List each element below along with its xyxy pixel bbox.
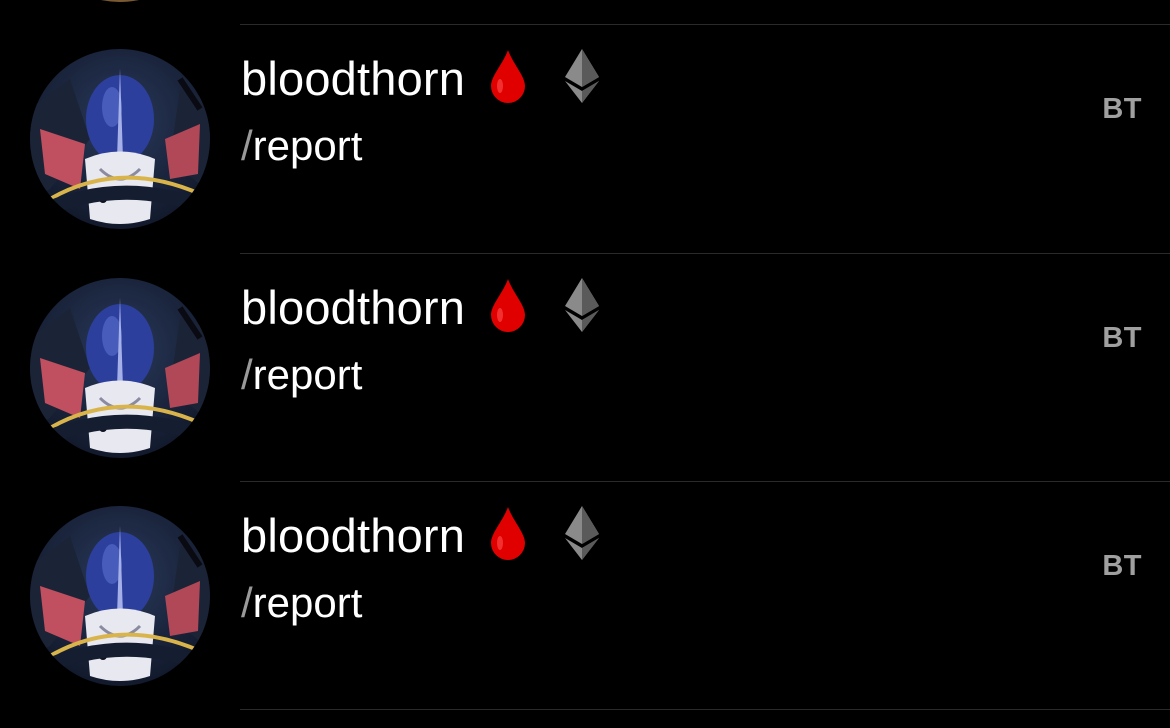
message-text: /report [241,582,362,624]
message-text: /report [241,125,362,167]
previous-message-avatar[interactable] [30,0,210,2]
command-slash: / [241,579,253,626]
drop-of-blood-icon [489,48,527,109]
username[interactable]: bloodthorn [241,284,465,331]
ethereum-icon [563,276,601,339]
message-header: bloodthorn [241,45,601,111]
message-header: bloodthorn [241,274,601,340]
message-text: /report [241,354,362,396]
command-slash: / [241,351,253,398]
command-text[interactable]: report [253,122,363,169]
user-tag: BT [1102,93,1142,125]
drop-of-blood-icon [489,277,527,338]
message-header: bloodthorn [241,502,601,568]
message-row[interactable]: bloodthorn /report BT [0,254,1170,482]
ethereum-icon [563,504,601,567]
command-text[interactable]: report [253,579,363,626]
user-tag: BT [1102,550,1142,582]
username[interactable]: bloodthorn [241,512,465,559]
message-row[interactable]: bloodthorn /report BT [0,25,1170,253]
drop-of-blood-icon [489,505,527,566]
ethereum-icon [563,47,601,110]
message-row[interactable]: bloodthorn /report BT [0,482,1170,710]
user-avatar[interactable] [30,278,210,458]
user-tag: BT [1102,322,1142,354]
username[interactable]: bloodthorn [241,55,465,102]
user-avatar[interactable] [30,506,210,686]
command-slash: / [241,122,253,169]
user-avatar[interactable] [30,49,210,229]
command-text[interactable]: report [253,351,363,398]
message-divider [240,709,1170,710]
